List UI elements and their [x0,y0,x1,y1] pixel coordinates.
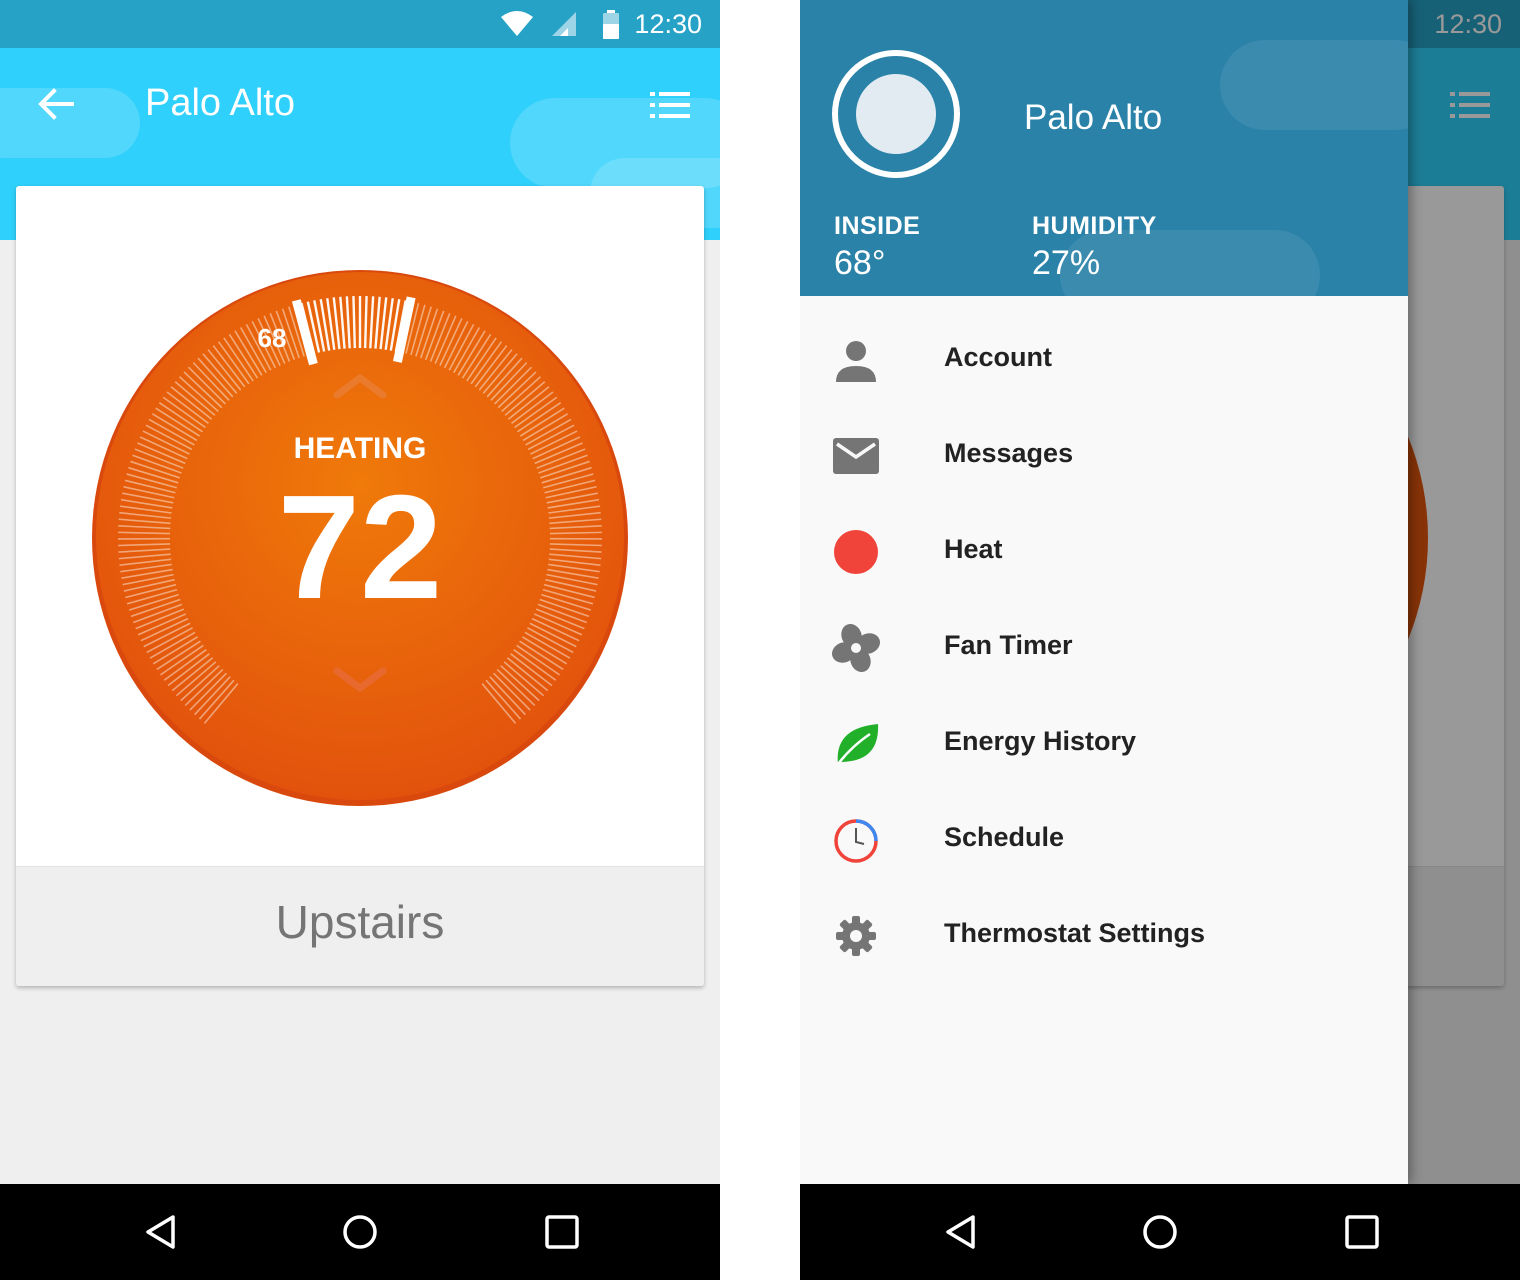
back-arrow-icon[interactable] [34,82,78,126]
system-nav-bar [0,1184,720,1280]
page-title: Palo Alto [145,82,295,124]
status-bar: 12:30 [0,0,720,48]
nav-back-icon[interactable] [140,1212,180,1252]
account-icon [836,341,876,382]
thermostat-card[interactable]: 68 HEATING 72 Upstairs [16,186,704,986]
dial-tick [352,296,357,349]
humidity-value: 27% [1032,244,1101,282]
gear-icon [836,916,876,956]
nav-back-icon[interactable] [940,1212,980,1252]
leaf-icon [837,724,879,765]
drawer-header: Palo Alto INSIDE 68° HUMIDITY 27% [800,0,1408,296]
drawer-item-label: Schedule [944,822,1065,852]
dial-tick [363,296,368,349]
navigation-drawer: Palo Alto INSIDE 68° HUMIDITY 27% Accoun… [800,0,1408,1184]
thermostat-screen: 12:30 Palo Alto 68 HEATING 72 Upstairs [0,0,720,1280]
clock-icon [834,819,878,863]
drawer-item-label: Messages [944,438,1074,468]
nav-recents-icon[interactable] [542,1212,582,1252]
nav-home-icon[interactable] [340,1212,380,1252]
drawer-item-label: Account [944,342,1052,372]
drawer-item-heat[interactable]: Heat [800,502,1408,598]
cell-signal-icon [552,12,576,36]
drawer-item-label: Fan Timer [944,630,1073,660]
drawer-item-messages[interactable]: Messages [800,406,1408,502]
drawer-item-label: Thermostat Settings [944,918,1206,948]
nav-home-icon[interactable] [1140,1212,1180,1252]
drawer-title: Palo Alto [1024,98,1163,137]
heating-label: HEATING [294,432,427,465]
thermostat-name: Upstairs [275,896,445,948]
fan-icon [832,624,880,672]
dial-graphic[interactable]: 68 HEATING 72 [90,268,630,808]
list-menu-icon[interactable] [650,90,690,120]
drawer-item-label: Heat [944,534,1003,564]
mail-icon [833,438,879,474]
avatar-inner [856,74,936,154]
status-time: 12:30 [634,9,702,39]
drawer-screen: 12:30 Palo Alto INSIDE 68° HUMIDITY 27% [800,0,1520,1280]
thermostat-dial[interactable]: 68 HEATING 72 [90,268,630,808]
drawer-item-schedule[interactable]: Schedule [800,790,1408,886]
avatar[interactable] [832,50,960,178]
cloud-decoration [1220,40,1408,130]
nav-recents-icon[interactable] [1342,1212,1382,1252]
heat-dot-icon [834,530,878,574]
system-nav-bar [800,1184,1520,1280]
drawer-item-fan-timer[interactable]: Fan Timer [800,598,1408,694]
drawer-item-label: Energy History [944,726,1137,756]
inside-label: INSIDE [834,212,921,240]
drawer-item-energy-history[interactable]: Energy History [800,694,1408,790]
wifi-icon [501,11,533,36]
current-temp-marker: 68 [258,323,287,353]
inside-value: 68° [834,244,886,282]
card-footer: Upstairs [16,866,704,986]
humidity-label: HUMIDITY [1032,212,1157,240]
drawer-item-thermostat-settings[interactable]: Thermostat Settings [800,886,1408,982]
target-temperature: 72 [278,465,443,630]
drawer-item-account[interactable]: Account [800,310,1408,406]
battery-icon [603,10,619,39]
